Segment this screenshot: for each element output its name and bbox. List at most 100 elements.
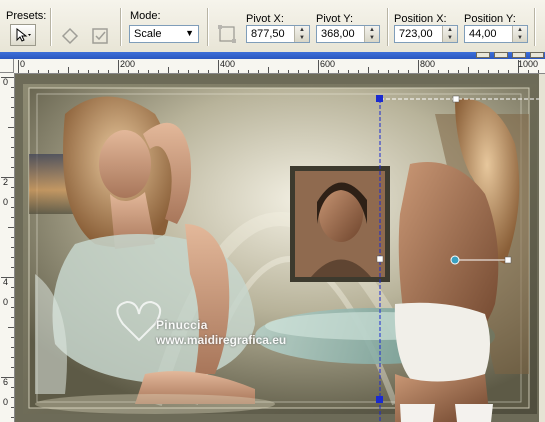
ruler-tick <box>108 70 109 73</box>
toolbar-separator <box>207 8 208 46</box>
ruler-tick <box>11 407 14 408</box>
pivot-x-spinner[interactable]: ▲ ▼ <box>294 26 309 42</box>
position-y-label: Position Y: <box>464 13 516 25</box>
ruler-tick <box>428 70 429 73</box>
pivot-x-value: 877,50 <box>251 28 285 40</box>
ruler-label: 800 <box>420 59 436 69</box>
ruler-tick <box>268 67 269 73</box>
selection-corner-handle <box>376 396 383 403</box>
white-stocking <box>455 404 493 422</box>
ruler-label: 200 <box>120 59 136 69</box>
ruler-tick <box>328 70 329 73</box>
ruler-tick <box>288 70 289 73</box>
pivot-y-spinner[interactable]: ▲ ▼ <box>364 26 379 42</box>
ruler-tick <box>278 70 279 73</box>
ruler-tick <box>498 70 499 73</box>
toolbar-separator <box>534 8 535 46</box>
maximize-button[interactable] <box>494 52 508 58</box>
ruler-tick <box>11 297 14 298</box>
ruler-tick <box>8 227 14 228</box>
mode-dropdown[interactable]: Scale ▼ <box>129 25 199 43</box>
position-x-spinner[interactable]: ▲ ▼ <box>442 26 457 42</box>
ruler-tick <box>88 70 89 73</box>
vertical-ruler: 0 2 0 4 0 6 0 <box>0 73 15 422</box>
spin-up-icon[interactable]: ▲ <box>443 26 457 34</box>
spin-down-icon[interactable]: ▼ <box>513 34 527 42</box>
ruler-tick <box>438 70 439 73</box>
close-button[interactable] <box>530 52 544 58</box>
pivot-y-field[interactable]: 368,00 ▲ ▼ <box>316 25 380 43</box>
ruler-tick <box>11 147 14 148</box>
ruler-tick <box>168 67 169 73</box>
ruler-tick <box>11 387 14 388</box>
ruler-tick <box>68 67 69 73</box>
chevron-down-icon: ▼ <box>185 28 194 38</box>
ruler-tick <box>11 117 14 118</box>
ruler-label: 1000 <box>518 59 539 69</box>
ruler-tick <box>28 70 29 73</box>
selection-corner-handle <box>376 95 383 102</box>
apply-icon[interactable] <box>90 26 110 46</box>
document-title-bar[interactable] <box>0 52 545 59</box>
ruler-tick <box>198 70 199 73</box>
ruler-tick <box>298 70 299 73</box>
position-x-label: Position X: <box>394 13 447 25</box>
ruler-tick <box>11 137 14 138</box>
ruler-tick <box>388 70 389 73</box>
image-canvas[interactable]: Pinuccia www.maidiregrafica.eu <box>15 74 545 422</box>
vertical-scrollbar[interactable] <box>539 74 545 422</box>
ruler-label: 0 <box>20 59 26 69</box>
ruler-label: 0 <box>3 397 9 407</box>
ruler-label: 0 <box>3 297 9 307</box>
pivot-y-value: 368,00 <box>321 28 355 40</box>
ruler-tick <box>118 60 119 73</box>
pivot-x-label: Pivot X: <box>246 13 284 25</box>
transform-icon[interactable] <box>217 24 237 44</box>
ruler-tick <box>11 267 14 268</box>
watermark-name: Pinuccia <box>156 318 208 332</box>
ruler-tick <box>11 357 14 358</box>
spin-down-icon[interactable]: ▼ <box>295 34 309 42</box>
spin-up-icon[interactable]: ▲ <box>365 26 379 34</box>
ruler-tick <box>358 70 359 73</box>
spin-down-icon[interactable]: ▼ <box>443 34 457 42</box>
spin-down-icon[interactable]: ▼ <box>365 34 379 42</box>
position-y-value: 44,00 <box>469 28 497 40</box>
restore-button[interactable] <box>512 52 526 58</box>
watermark-url: www.maidiregrafica.eu <box>156 333 287 347</box>
ruler-tick <box>11 417 14 418</box>
ruler-tick <box>11 167 14 168</box>
ruler-tick <box>178 70 179 73</box>
ruler-tick <box>228 70 229 73</box>
toolbar-separator <box>387 8 388 46</box>
ruler-tick <box>11 317 14 318</box>
presets-label: Presets: <box>6 10 47 22</box>
position-x-field[interactable]: 723,00 ▲ ▼ <box>394 25 458 43</box>
ruler-tick <box>11 337 14 338</box>
ruler-tick <box>528 70 529 73</box>
horizontal-ruler: 0 200 400 600 800 1000 <box>14 59 545 74</box>
ruler-tick <box>188 70 189 73</box>
spin-up-icon[interactable]: ▲ <box>513 26 527 34</box>
ruler-tick <box>338 70 339 73</box>
position-y-field[interactable]: 44,00 ▲ ▼ <box>464 25 528 43</box>
minimize-button[interactable] <box>476 52 490 58</box>
presets-dropdown-button[interactable] <box>10 24 36 46</box>
mode-label: Mode: <box>130 10 161 22</box>
pivot-x-field[interactable]: 877,50 ▲ ▼ <box>246 25 310 43</box>
pivot-point-handle <box>450 255 460 265</box>
spin-up-icon[interactable]: ▲ <box>295 26 309 34</box>
reset-icon[interactable] <box>60 26 80 46</box>
ruler-tick <box>538 70 539 73</box>
ruler-tick <box>11 207 14 208</box>
ruler-tick <box>58 70 59 73</box>
ruler-label: 6 <box>3 377 9 387</box>
ruler-corner <box>0 59 14 73</box>
ruler-label: 2 <box>3 177 9 187</box>
position-y-spinner[interactable]: ▲ ▼ <box>512 26 527 42</box>
ruler-tick <box>318 60 319 73</box>
toolbar-separator <box>50 8 51 46</box>
white-lace-underwear <box>394 302 490 388</box>
ruler-tick <box>478 70 479 73</box>
ruler-tick <box>98 70 99 73</box>
